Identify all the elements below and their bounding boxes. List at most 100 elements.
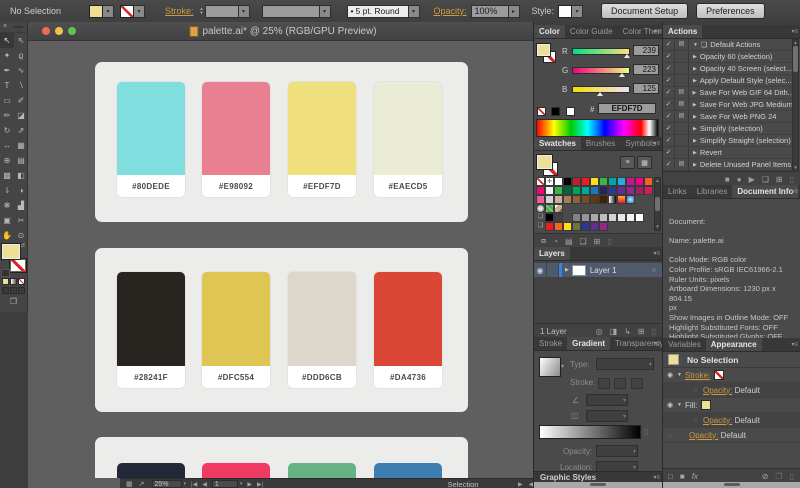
color-swatch[interactable] bbox=[608, 213, 617, 222]
stroke-weight-stepper[interactable]: ▲▼ bbox=[200, 7, 204, 15]
panel-menu-icon[interactable]: ▾≡ bbox=[653, 28, 660, 35]
color-swatch[interactable] bbox=[554, 195, 563, 204]
color-swatch[interactable] bbox=[599, 213, 608, 222]
action-enabled-checkbox[interactable]: ✓ bbox=[663, 39, 675, 50]
color-swatch[interactable] bbox=[536, 204, 545, 213]
actions-scrollbar[interactable]: ▴ ▾ bbox=[792, 39, 799, 172]
panel-menu-icon[interactable]: ▾≡ bbox=[791, 28, 798, 35]
width-profile-dropdown-icon[interactable]: ▾ bbox=[409, 5, 420, 18]
dialog-toggle-icon[interactable]: ▤ bbox=[675, 39, 689, 50]
new-sublayer-icon[interactable]: ↳ bbox=[624, 327, 631, 336]
scroll-down-icon[interactable]: ▾ bbox=[656, 224, 659, 230]
gradient-mode-button[interactable] bbox=[10, 278, 17, 285]
artboard-navigation-icon[interactable]: ▦ bbox=[126, 480, 133, 488]
stroke-proxy[interactable] bbox=[9, 258, 27, 273]
visibility-eye-icon[interactable]: ◉ bbox=[534, 263, 547, 277]
fill-proxy-mini[interactable] bbox=[537, 44, 550, 56]
direct-selection-tool-icon[interactable]: ⇖ bbox=[14, 33, 28, 48]
curvature-tool-icon[interactable]: ∿ bbox=[14, 63, 28, 78]
palette-card[interactable]: #28241F bbox=[117, 272, 185, 388]
action-row[interactable]: ✓▤▼❏Default Actions bbox=[663, 39, 792, 51]
tab-stroke[interactable]: Stroke bbox=[534, 337, 567, 350]
color-swatch[interactable] bbox=[590, 222, 599, 231]
screen-mode-icon[interactable]: ❐ bbox=[0, 297, 27, 306]
white-swatch[interactable] bbox=[566, 107, 575, 116]
draw-behind-button[interactable] bbox=[10, 287, 17, 294]
action-enabled-checkbox[interactable]: ✓ bbox=[663, 111, 675, 122]
blend-tool-icon[interactable]: ◑ bbox=[14, 183, 28, 198]
type-tool-icon[interactable]: T bbox=[0, 78, 14, 93]
opacity-field[interactable]: 100% bbox=[471, 5, 509, 18]
perspective-grid-tool-icon[interactable]: ▤ bbox=[14, 153, 28, 168]
slider-pointer[interactable] bbox=[619, 73, 625, 77]
color-swatch[interactable] bbox=[644, 186, 653, 195]
dialog-toggle-icon[interactable]: ▤ bbox=[675, 99, 689, 110]
artboard-tool-icon[interactable]: ▣ bbox=[0, 213, 14, 228]
action-enabled-checkbox[interactable]: ✓ bbox=[663, 87, 675, 98]
previous-artboard-icon[interactable]: ◀ bbox=[202, 481, 207, 488]
action-row[interactable]: ✓▤▶Save For Web PNG 24 bbox=[663, 111, 792, 123]
zoom-tool-icon[interactable]: ⊙ bbox=[14, 228, 28, 243]
stroke-color-swatch[interactable] bbox=[120, 5, 134, 18]
color-swatch[interactable] bbox=[536, 186, 545, 195]
slider-pointer[interactable] bbox=[597, 92, 603, 96]
delete-swatch-icon[interactable]: ▯ bbox=[607, 237, 611, 246]
color-swatch[interactable] bbox=[581, 222, 590, 231]
palette-card[interactable]: #DDD6CB bbox=[288, 272, 356, 388]
new-color-group-icon[interactable]: ❏ bbox=[580, 237, 587, 246]
eye-icon[interactable]: ○ bbox=[689, 387, 703, 394]
expand-icon[interactable]: ▶ bbox=[693, 114, 697, 120]
mesh-tool-icon[interactable]: ▩ bbox=[0, 168, 14, 183]
color-swatch[interactable] bbox=[599, 186, 608, 195]
new-action-set-icon[interactable]: ❏ bbox=[762, 175, 769, 184]
layer-thumbnail[interactable] bbox=[572, 265, 586, 276]
lasso-tool-icon[interactable]: ϱ bbox=[14, 48, 28, 63]
color-swatch[interactable] bbox=[554, 186, 563, 195]
color-swatch[interactable] bbox=[572, 186, 581, 195]
action-row[interactable]: ✓▤▶Delete Unused Panel Items bbox=[663, 159, 792, 171]
variable-width-profile-field[interactable]: • 5 pt. Round bbox=[347, 5, 409, 18]
pencil-tool-icon[interactable]: ✏ bbox=[0, 108, 14, 123]
delete-action-icon[interactable]: ▯ bbox=[790, 175, 794, 184]
eyedropper-tool-icon[interactable]: ⇂ bbox=[0, 183, 14, 198]
column-graph-tool-icon[interactable]: ▟ bbox=[14, 198, 28, 213]
zoom-dropdown-icon[interactable]: ▾ bbox=[184, 481, 187, 487]
scale-tool-icon[interactable]: ⇗ bbox=[14, 123, 28, 138]
dock-resize-strip[interactable] bbox=[534, 482, 662, 488]
swatch-libraries-icon[interactable]: ⧈ bbox=[541, 236, 546, 246]
zoom-level-field[interactable]: 25% bbox=[152, 480, 182, 488]
color-swatch[interactable] bbox=[626, 177, 635, 186]
color-swatch[interactable] bbox=[554, 177, 563, 186]
expand-icon[interactable]: ▶ bbox=[693, 78, 697, 84]
play-icon[interactable]: ▶ bbox=[749, 175, 755, 184]
fill-link[interactable]: Fill: bbox=[685, 401, 697, 410]
eraser-tool-icon[interactable]: ◪ bbox=[14, 108, 28, 123]
expand-icon[interactable]: ▼ bbox=[677, 372, 682, 378]
swatch-kinds-icon[interactable]: ▤ bbox=[565, 237, 573, 246]
color-swatch[interactable] bbox=[545, 213, 554, 222]
resize-handle[interactable] bbox=[590, 483, 606, 486]
symbol-sprayer-tool-icon[interactable]: ❋ bbox=[0, 198, 14, 213]
drag-handle[interactable] bbox=[14, 26, 23, 28]
target-circle-icon[interactable]: ○ bbox=[652, 267, 656, 274]
fill-proxy[interactable] bbox=[2, 244, 20, 259]
palette-card[interactable]: #DFC554 bbox=[202, 272, 270, 388]
color-swatch[interactable] bbox=[563, 186, 572, 195]
action-enabled-checkbox[interactable]: ✓ bbox=[663, 135, 675, 146]
tab-libraries[interactable]: Libraries bbox=[692, 185, 733, 198]
expand-icon[interactable]: ▶ bbox=[693, 126, 697, 132]
stepper-down-icon[interactable]: ▼ bbox=[200, 11, 204, 15]
color-swatch[interactable] bbox=[581, 195, 590, 204]
pen-tool-icon[interactable]: ✒ bbox=[0, 63, 14, 78]
color-mode-button[interactable] bbox=[2, 278, 9, 285]
status-expand-icon[interactable]: ▶ bbox=[518, 481, 523, 488]
color-swatch[interactable] bbox=[644, 177, 653, 186]
lock-column[interactable] bbox=[547, 263, 559, 277]
delete-layer-icon[interactable]: ▯ bbox=[652, 327, 656, 336]
tab-links[interactable]: Links bbox=[663, 185, 692, 198]
panel-menu-icon[interactable]: ▾≡ bbox=[653, 140, 660, 147]
free-transform-tool-icon[interactable]: ▦ bbox=[14, 138, 28, 153]
style-swatch[interactable] bbox=[558, 5, 572, 18]
grid-view-icon[interactable]: ▦ bbox=[637, 156, 652, 169]
registration-swatch[interactable]: ✛ bbox=[545, 177, 554, 186]
